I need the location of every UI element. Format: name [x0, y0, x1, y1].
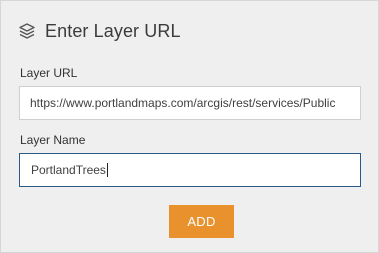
layer-name-input[interactable]: PortlandTrees [19, 153, 361, 187]
page-title: Enter Layer URL [45, 20, 181, 41]
panel-header: Enter Layer URL [18, 19, 181, 43]
layer-url-input[interactable]: https://www.portlandmaps.com/arcgis/rest… [19, 86, 361, 120]
layer-url-value: https://www.portlandmaps.com/arcgis/rest… [30, 96, 336, 110]
text-cursor [106, 163, 108, 177]
layer-name-label: Layer Name [20, 133, 86, 147]
add-button[interactable]: ADD [169, 205, 234, 238]
layer-url-label: Layer URL [20, 66, 78, 80]
layers-icon [18, 22, 36, 40]
enter-layer-url-panel: Enter Layer URL Layer URL https://www.po… [0, 0, 379, 253]
layer-name-value: PortlandTrees [31, 163, 106, 177]
